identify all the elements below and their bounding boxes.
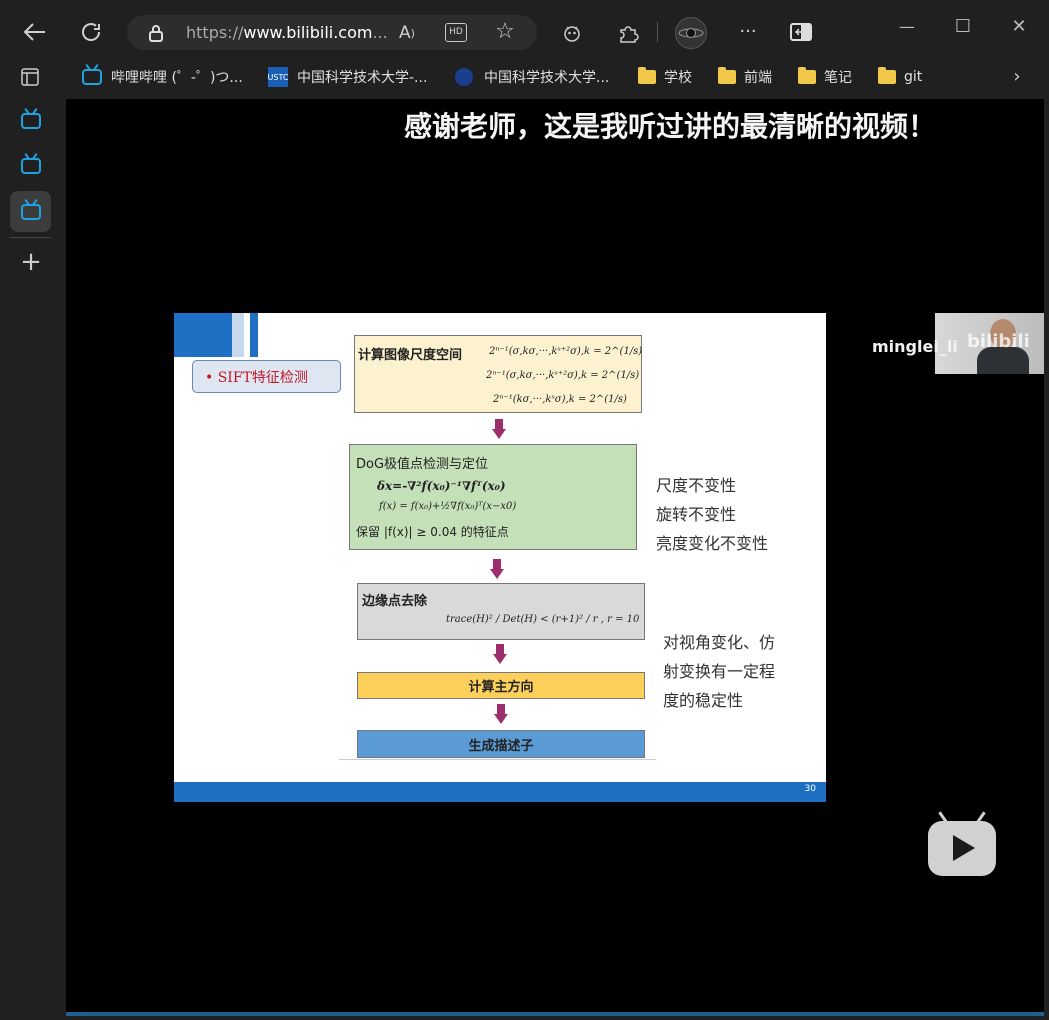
step3-box: 边缘点去除 trace(H)² / Det(H) < (r+1)² / r , … [357, 583, 645, 640]
video-player[interactable]: 感谢老师，这是我听过讲的最清晰的视频！ • SIFT特征检测 计算图像尺度空间 … [66, 99, 1044, 1016]
bilibili-icon [20, 203, 41, 220]
extension-icon[interactable] [561, 22, 583, 44]
favorite-ustc-2[interactable]: 中国科学技术大学... [455, 66, 609, 88]
note-line: 对视角变化、仿 [663, 633, 776, 652]
ustc-globe-icon [455, 68, 473, 86]
invariance-notes: 尺度不变性 旋转不变性 亮度变化不变性 [656, 471, 768, 558]
folder-icon [878, 67, 896, 84]
tab-actions-icon[interactable] [20, 67, 40, 87]
flow-arrow [493, 644, 507, 664]
sidebar-tab-bilibili-2[interactable] [10, 145, 51, 186]
uploader-name: minglei_li [872, 337, 958, 356]
profile-icon[interactable] [675, 17, 707, 49]
favorites-bar: 哔哩哔哩 (゜-゜)つ... USTC 中国科学技术大学-... 中国科学技术大学… [0, 62, 1049, 92]
sidebar-divider [10, 237, 51, 238]
step1-formula-1: 2ⁿ⁻¹(σ,kσ,···,kˢ⁺²σ),k = 2^(1/s) [489, 346, 643, 357]
slide-rule [339, 759, 656, 760]
step1-formula-2: 2ⁿ⁻¹(σ,kσ,···,kˢ⁺²σ),k = 2^(1/s) [486, 370, 640, 381]
chevron-right-icon[interactable]: › [1008, 67, 1026, 87]
folder-icon [718, 67, 736, 84]
ustc-icon: USTC [268, 67, 288, 87]
favorite-label: git [904, 69, 923, 85]
flow-arrow [494, 704, 508, 724]
step2-formula-2: f(x) = f(x₀)+½∇f(x₀)ᵀ(x−x0) [379, 501, 517, 512]
danmaku-comment: 感谢老师，这是我听过讲的最清晰的视频！ [404, 110, 937, 143]
toolbar-divider [657, 22, 658, 42]
more-icon[interactable]: ··· [736, 22, 760, 42]
note-line: 射变换有一定程 [663, 662, 776, 681]
sidebar-tab-bilibili-active[interactable] [10, 191, 51, 232]
step4-box: 计算主方向 [357, 672, 645, 699]
favorite-folder-notes[interactable]: 笔记 [798, 66, 852, 88]
favorite-folder-school[interactable]: 学校 [638, 66, 692, 88]
favorite-ustc-1[interactable]: USTC 中国科学技术大学-... [268, 66, 427, 88]
favorite-label: 笔记 [824, 70, 852, 86]
step3-formula-1: trace(H)² / Det(H) < (r+1)² / r , r = 10 [446, 614, 640, 625]
favorite-label: 前端 [744, 70, 772, 86]
bilibili-watermark: bilibili [967, 331, 1030, 352]
read-aloud-icon[interactable]: A) [397, 23, 417, 43]
step2-title: DoG极值点检测与定位 [356, 457, 489, 472]
new-tab-plus-icon[interactable]: + [19, 249, 43, 275]
note-line: 亮度变化不变性 [656, 534, 769, 553]
bilibili-icon [20, 157, 41, 174]
lecture-slide: • SIFT特征检测 计算图像尺度空间 2ⁿ⁻¹(σ,kσ,···,kˢ⁺²σ)… [174, 313, 826, 802]
section-label-badge: • SIFT特征检测 [192, 360, 341, 393]
slide-page-number: 30 [804, 784, 816, 794]
address-url[interactable]: https://www.bilibili.com... [186, 23, 388, 42]
slide-header-stripe [232, 313, 244, 357]
slide-header-stripe [250, 313, 258, 357]
favorite-label: 哔哩哔哩 (゜-゜)つ... [111, 70, 243, 86]
close-button[interactable]: ✕ [1006, 14, 1032, 40]
step3-title: 边缘点去除 [362, 594, 428, 609]
puzzle-icon[interactable] [616, 21, 640, 45]
minimize-button[interactable]: — [894, 14, 920, 40]
flow-arrow [492, 419, 506, 439]
stability-notes: 对视角变化、仿 射变换有一定程 度的稳定性 [663, 628, 775, 715]
favorite-star-icon[interactable]: ☆ [494, 21, 516, 43]
refresh-icon[interactable] [78, 20, 104, 44]
favorite-folder-frontend[interactable]: 前端 [718, 66, 772, 88]
back-icon[interactable] [22, 20, 48, 44]
folder-icon [638, 67, 656, 84]
step2-formula-3: 保留 |f(x)| ≥ 0.04 的特征点 [356, 525, 509, 539]
favorite-folder-git[interactable]: git [878, 66, 922, 88]
folder-icon [798, 67, 816, 84]
note-line: 尺度不变性 [656, 476, 737, 495]
flow-arrow [490, 559, 504, 579]
note-line: 旋转不变性 [656, 505, 737, 524]
step1-box: 计算图像尺度空间 2ⁿ⁻¹(σ,kσ,···,kˢ⁺²σ),k = 2^(1/s… [354, 335, 642, 413]
step2-formula-1: δx=-∇²f(x₀)⁻¹∇fᵀ(x₀) [377, 479, 506, 493]
maximize-button[interactable]: ☐ [950, 14, 976, 40]
bilibili-play-button[interactable] [928, 811, 996, 876]
bilibili-icon [20, 112, 41, 129]
note-line: 度的稳定性 [663, 691, 744, 710]
lock-icon[interactable] [147, 23, 165, 43]
favorite-label: 学校 [664, 70, 692, 86]
step5-box: 生成描述子 [357, 730, 645, 758]
slide-header-bar [174, 313, 232, 357]
hd-icon[interactable]: HD [445, 23, 467, 42]
slide-footer-bar: 30 [174, 782, 826, 802]
address-bar[interactable]: https://www.bilibili.com... A) HD ☆ [127, 15, 537, 50]
play-icon [953, 835, 975, 861]
video-progress-bar[interactable] [66, 1012, 1044, 1016]
bilibili-icon [82, 69, 102, 85]
tv-antenna [975, 811, 986, 825]
step1-title: 计算图像尺度空间 [358, 348, 463, 363]
sidebar-tab-bilibili-1[interactable] [10, 100, 51, 141]
vertical-tabs-sidebar: + [0, 92, 62, 1020]
browser-titlebar: https://www.bilibili.com... A) HD ☆ ··· … [0, 0, 1049, 62]
tv-antenna [938, 811, 949, 825]
favorite-label: 中国科学技术大学-... [297, 70, 428, 86]
favorite-label: 中国科学技术大学... [484, 70, 610, 86]
favorite-bilibili[interactable]: 哔哩哔哩 (゜-゜)つ... [82, 66, 243, 88]
step2-box: DoG极值点检测与定位 δx=-∇²f(x₀)⁻¹∇fᵀ(x₀) f(x) = … [349, 444, 637, 550]
step1-formula-3: 2ⁿ⁻¹(kσ,···,kˢσ),k = 2^(1/s) [493, 394, 627, 405]
split-screen-icon[interactable] [789, 22, 813, 42]
